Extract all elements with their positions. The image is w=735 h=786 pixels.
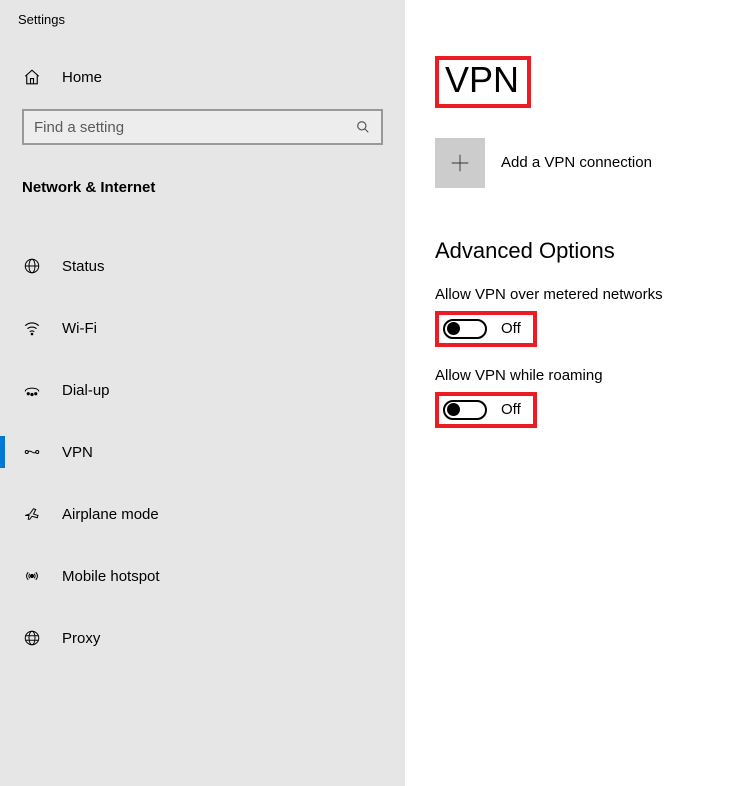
sidebar-item-status[interactable]: Status bbox=[0, 244, 405, 288]
search-box[interactable] bbox=[22, 109, 383, 145]
sidebar-item-label: VPN bbox=[62, 444, 93, 461]
toggle-knob bbox=[447, 322, 460, 335]
main-content: VPN Add a VPN connection Advanced Option… bbox=[405, 0, 735, 786]
sidebar-item-wifi[interactable]: Wi-Fi bbox=[0, 306, 405, 350]
toggle-metered-state: Off bbox=[501, 320, 521, 337]
wifi-icon bbox=[22, 318, 42, 338]
sidebar-item-label: Wi-Fi bbox=[62, 320, 97, 337]
sidebar-item-label: Status bbox=[62, 258, 105, 275]
add-vpn-label: Add a VPN connection bbox=[501, 154, 652, 171]
advanced-heading: Advanced Options bbox=[435, 238, 735, 264]
toggle-metered[interactable] bbox=[443, 319, 487, 339]
option-roaming: Allow VPN while roaming Off bbox=[435, 367, 735, 428]
sidebar-item-dialup[interactable]: Dial-up bbox=[0, 368, 405, 412]
search-input[interactable] bbox=[34, 119, 355, 136]
sidebar: Settings Home Network & Internet bbox=[0, 0, 405, 786]
search-icon bbox=[355, 119, 371, 135]
page-title: VPN bbox=[445, 60, 519, 100]
toggle-roaming-state: Off bbox=[501, 401, 521, 418]
home-icon bbox=[22, 67, 42, 87]
page-title-highlight: VPN bbox=[435, 56, 531, 108]
window-title: Settings bbox=[0, 12, 405, 27]
proxy-icon bbox=[22, 628, 42, 648]
option-metered-label: Allow VPN over metered networks bbox=[435, 286, 735, 303]
option-roaming-highlight: Off bbox=[435, 392, 537, 428]
home-nav[interactable]: Home bbox=[0, 57, 405, 97]
home-label: Home bbox=[62, 69, 102, 86]
toggle-roaming[interactable] bbox=[443, 400, 487, 420]
section-title: Network & Internet bbox=[0, 167, 405, 214]
vpn-icon bbox=[22, 442, 42, 462]
sidebar-item-label: Airplane mode bbox=[62, 506, 159, 523]
option-metered-highlight: Off bbox=[435, 311, 537, 347]
hotspot-icon bbox=[22, 566, 42, 586]
nav-list: Status Wi-Fi D bbox=[0, 244, 405, 660]
sidebar-item-vpn[interactable]: VPN bbox=[0, 430, 405, 474]
globe-icon bbox=[22, 256, 42, 276]
option-metered: Allow VPN over metered networks Off bbox=[435, 286, 735, 347]
add-vpn-connection[interactable]: Add a VPN connection bbox=[435, 138, 735, 188]
airplane-icon bbox=[22, 504, 42, 524]
plus-icon bbox=[435, 138, 485, 188]
sidebar-item-label: Dial-up bbox=[62, 382, 110, 399]
sidebar-item-proxy[interactable]: Proxy bbox=[0, 616, 405, 660]
dialup-icon bbox=[22, 380, 42, 400]
option-roaming-label: Allow VPN while roaming bbox=[435, 367, 735, 384]
sidebar-item-label: Proxy bbox=[62, 630, 100, 647]
sidebar-item-label: Mobile hotspot bbox=[62, 568, 160, 585]
sidebar-item-airplane[interactable]: Airplane mode bbox=[0, 492, 405, 536]
sidebar-item-hotspot[interactable]: Mobile hotspot bbox=[0, 554, 405, 598]
toggle-knob bbox=[447, 403, 460, 416]
